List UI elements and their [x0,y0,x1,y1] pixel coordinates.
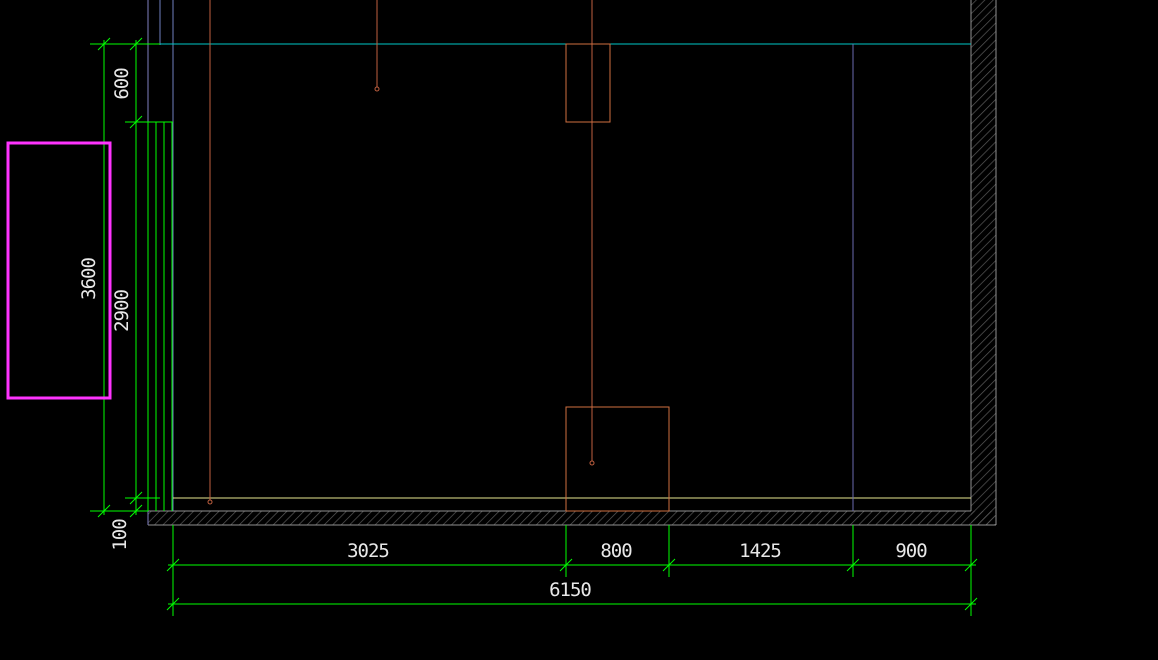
dim-vertical-2900: 2900 [111,290,133,332]
cad-viewport[interactable]: 600 2900 100 3600 3025 800 1425 900 6150 [0,0,1158,660]
dim-vertical-100: 100 [109,519,131,551]
dim-vertical-3600: 3600 [78,258,100,300]
dim-horizontal-900: 900 [895,540,927,562]
dim-horizontal-800: 800 [600,540,632,562]
conduits [207,0,595,505]
elevation-drawing[interactable]: 600 2900 100 3600 3025 800 1425 900 6150 [0,0,1158,660]
floor-slab [147,0,996,526]
dim-horizontal-3025: 3025 [347,540,389,562]
horizontal-dimensions [166,525,978,616]
dim-horizontal-1425: 1425 [739,540,781,562]
dim-vertical-600: 600 [111,68,133,100]
upper-box[interactable] [565,43,611,123]
lower-box[interactable] [565,406,670,512]
dim-horizontal-6150: 6150 [549,579,591,601]
vertical-dimensions [90,37,160,518]
right-wall [970,0,997,525]
left-wall-lines [147,0,174,511]
